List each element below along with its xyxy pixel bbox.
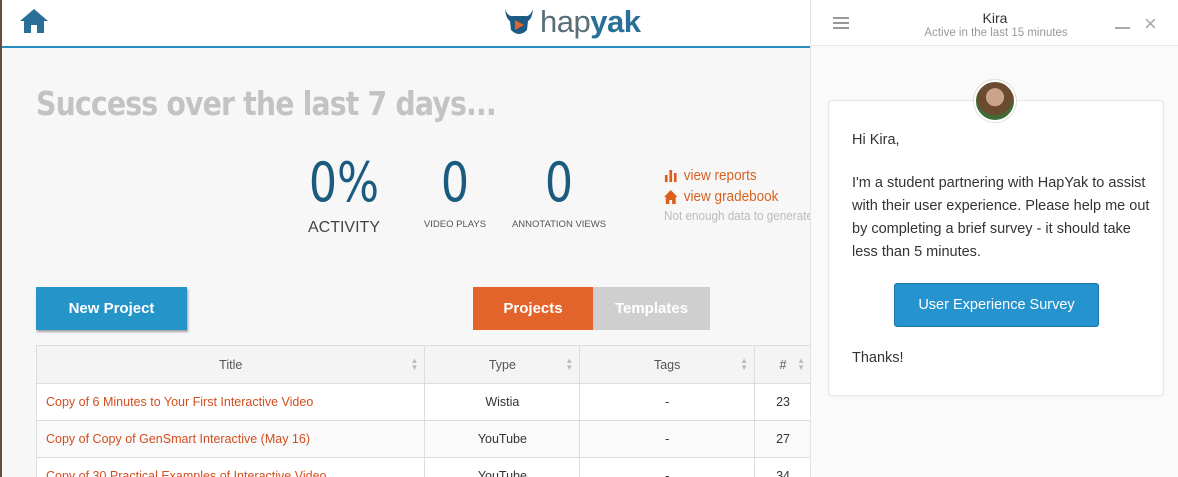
new-project-button[interactable]: New Project (36, 287, 187, 330)
annotation-views-label: ANNOTATION VIEWS (511, 219, 607, 230)
project-count: 34 (754, 457, 810, 477)
column-header-tags[interactable]: Tags ▲ ▼ (579, 345, 756, 384)
project-type: YouTube (424, 457, 581, 477)
column-header-title[interactable]: Title ▲ ▼ (35, 345, 426, 384)
chat-panel: Kira Active in the last 15 minutes × Hi … (810, 0, 1178, 477)
top-navbar: hapyak (2, 0, 810, 48)
tab-projects[interactable]: Projects (473, 287, 593, 330)
bar-chart-icon (664, 170, 677, 182)
sort-icon: ▲ ▼ (740, 356, 749, 372)
activity-stat: 0% ACTIVITY (294, 155, 394, 237)
project-tags: - (579, 457, 756, 477)
chat-header: Kira Active in the last 15 minutes × (811, 0, 1178, 46)
message-body: I'm a student partnering with HapYak to … (852, 175, 1150, 260)
chat-message-card: Hi Kira, I'm a student partnering with H… (828, 100, 1164, 396)
home-icon[interactable] (18, 7, 50, 35)
tab-templates[interactable]: Templates (593, 287, 710, 330)
view-reports-link[interactable]: view reports (664, 165, 810, 186)
video-plays-label: VIDEO PLAYS (423, 219, 487, 230)
project-count: 23 (754, 383, 810, 421)
project-count: 27 (754, 420, 810, 458)
home-icon (664, 189, 678, 204)
page-headline: Success over the last 7 days... (36, 84, 497, 123)
hapyak-app: hapyak Success over the last 7 days... 0… (0, 0, 810, 477)
sort-icon: ▲ ▼ (410, 356, 419, 372)
project-type: YouTube (424, 420, 581, 458)
table-row[interactable]: Copy of 30 Practical Examples of Interac… (35, 457, 810, 477)
user-experience-survey-button[interactable]: User Experience Survey (894, 283, 1099, 327)
yak-logo-icon (505, 9, 533, 34)
report-links: view reports view gradebook Not enough d… (664, 165, 810, 223)
table-row[interactable]: Copy of 6 Minutes to Your First Interact… (35, 383, 810, 421)
project-tags: - (579, 420, 756, 458)
column-header-count[interactable]: # ▲ ▼ (754, 345, 810, 384)
avatar (974, 80, 1016, 122)
project-type: Wistia (424, 383, 581, 421)
close-icon[interactable]: × (1144, 13, 1157, 35)
chat-contact-name: Kira (982, 10, 1008, 26)
project-tabs: Projects Templates (473, 287, 710, 330)
sort-icon: ▲ ▼ (797, 356, 805, 372)
no-data-text: Not enough data to generate (664, 208, 810, 223)
activity-value: 0% (308, 151, 380, 214)
message-greeting: Hi Kira, (852, 132, 900, 148)
project-title-link[interactable]: Copy of 6 Minutes to Your First Interact… (35, 383, 426, 421)
video-plays-stat: 0 VIDEO PLAYS (415, 151, 495, 231)
project-tags: - (579, 383, 756, 421)
project-title-link[interactable]: Copy of 30 Practical Examples of Interac… (35, 457, 426, 477)
project-title-link[interactable]: Copy of Copy of GenSmart Interactive (Ma… (35, 420, 426, 458)
column-header-type[interactable]: Type ▲ ▼ (424, 345, 581, 384)
table-row[interactable]: Copy of Copy of GenSmart Interactive (Ma… (35, 420, 810, 458)
annotation-views-stat: 0 ANNOTATION VIEWS (509, 151, 609, 231)
video-plays-value: 0 (440, 151, 470, 214)
view-gradebook-link[interactable]: view gradebook (664, 186, 810, 207)
sort-icon: ▲ ▼ (565, 356, 574, 372)
annotation-views-value: 0 (544, 151, 574, 214)
projects-table: Title ▲ ▼ Type ▲ ▼ Tags ▲ ▼ # ▲ ▼ Copy of 6 Minu… (35, 345, 810, 477)
hapyak-logo[interactable]: hapyak (502, 4, 641, 40)
activity-label: ACTIVITY (307, 219, 380, 236)
message-signoff: Thanks! (852, 350, 904, 366)
minimize-icon[interactable] (1115, 27, 1130, 29)
